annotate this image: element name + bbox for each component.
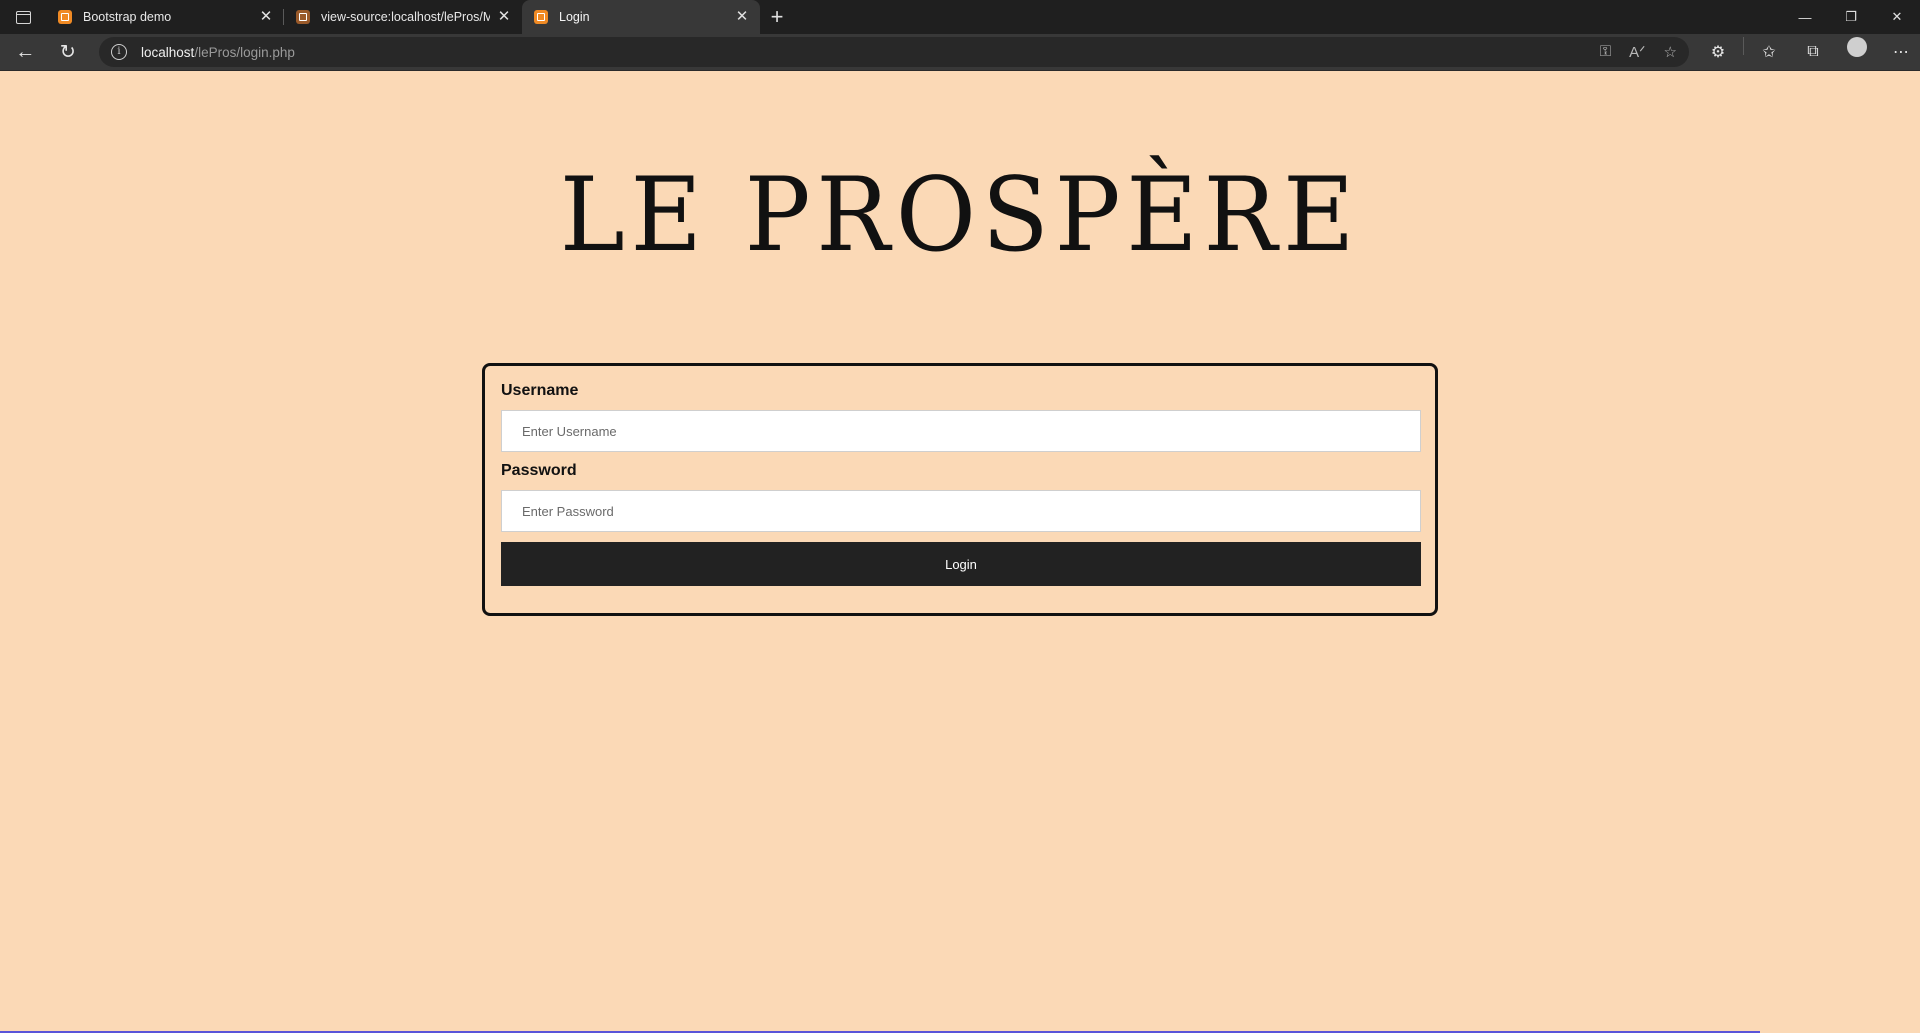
url-path: /lePros/login.php	[194, 44, 295, 60]
xampp-favicon-icon	[58, 10, 72, 24]
collections-icon[interactable]: ⧉	[1794, 37, 1832, 67]
browser-toolbar: ← ↻ i localhost /lePros/login.php ⚿ Aᐟ ☆…	[0, 34, 1920, 71]
new-tab-icon[interactable]: +	[760, 0, 794, 34]
browser-titlebar: Bootstrap demo ✕ view-source:localhost/l…	[0, 0, 1920, 34]
tab-view-source[interactable]: view-source:localhost/lePros/Ma ✕	[284, 0, 522, 34]
tab-title: Login	[559, 10, 590, 24]
password-label: Password	[501, 462, 577, 479]
url-host: localhost	[141, 44, 195, 60]
tab-title: Bootstrap demo	[83, 10, 172, 24]
tab-bootstrap-demo[interactable]: Bootstrap demo ✕	[46, 0, 284, 34]
login-form: Username Password Login	[482, 363, 1438, 616]
back-arrow-icon[interactable]: ←	[6, 36, 45, 68]
toolbar-divider	[1742, 37, 1744, 55]
more-menu-icon[interactable]: ⋯	[1882, 37, 1920, 67]
favorites-icon[interactable]: ✩	[1750, 37, 1788, 67]
address-bar-actions: ⚿ Aᐟ ☆	[1600, 43, 1677, 61]
read-aloud-icon[interactable]: Aᐟ	[1629, 43, 1645, 61]
close-tab-icon[interactable]: ✕	[496, 9, 512, 25]
tab-title: view-source:localhost/lePros/Ma	[321, 10, 490, 24]
profile-avatar-icon[interactable]	[1846, 37, 1867, 57]
extensions-puzzle-icon[interactable]: ⚙	[1699, 37, 1737, 67]
key-icon[interactable]: ⚿	[1600, 43, 1611, 61]
username-label: Username	[501, 382, 579, 399]
address-bar[interactable]: i localhost /lePros/login.php ⚿ Aᐟ ☆	[99, 37, 1689, 67]
reload-icon[interactable]: ↻	[49, 36, 88, 68]
minimize-icon[interactable]: —	[1782, 0, 1828, 34]
site-info-icon[interactable]: i	[111, 44, 128, 60]
login-page: LE PROSPÈRE Username Password Login	[0, 71, 1920, 1033]
toolbar-right-icons: ⚙ ✩ ⧉ ⋯	[1699, 37, 1920, 67]
window-controls: — ❐ ✕	[1782, 0, 1920, 34]
tab-actions-icon	[15, 10, 31, 24]
xampp-favicon-icon	[534, 10, 548, 24]
close-tab-icon[interactable]: ✕	[258, 9, 274, 25]
xampp-favicon-icon	[296, 10, 310, 24]
brand-logo-title: LE PROSPÈRE	[559, 156, 1361, 275]
add-favorite-star-icon[interactable]: ☆	[1664, 43, 1677, 61]
close-tab-icon[interactable]: ✕	[734, 9, 750, 25]
tab-actions-button[interactable]	[0, 0, 46, 34]
password-input[interactable]	[501, 490, 1421, 532]
restore-icon[interactable]: ❐	[1828, 0, 1874, 34]
login-button[interactable]: Login	[501, 542, 1421, 586]
close-window-icon[interactable]: ✕	[1874, 0, 1920, 34]
tab-login[interactable]: Login ✕	[522, 0, 760, 34]
username-input[interactable]	[501, 410, 1421, 452]
